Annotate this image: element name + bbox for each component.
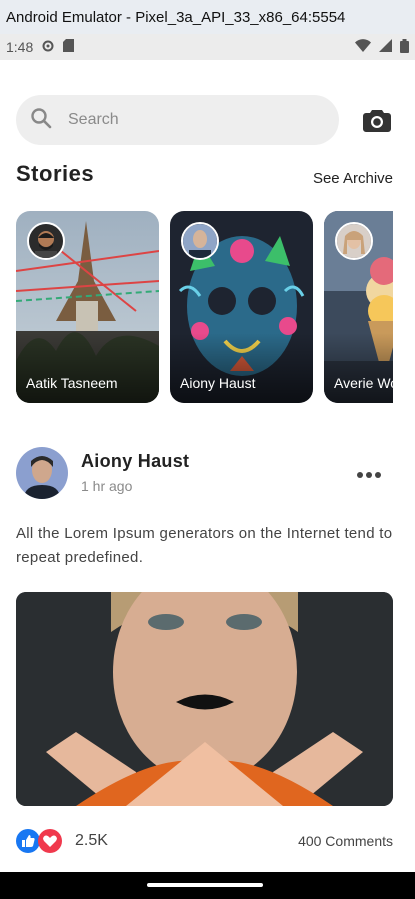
post-header: Aiony Haust 1 hr ago — [16, 447, 393, 499]
story-name: Averie Woodard — [334, 375, 393, 391]
more-options-icon[interactable] — [357, 467, 381, 478]
story-avatar — [181, 222, 219, 260]
story-avatar — [27, 222, 65, 260]
story-name: Aiony Haust — [180, 375, 256, 391]
author-avatar[interactable] — [16, 447, 68, 499]
story-card[interactable]: Aatik Tasneem — [16, 211, 159, 403]
window-title-bar: Android Emulator - Pixel_3a_API_33_x86_6… — [0, 0, 415, 34]
sd-card-icon — [63, 39, 75, 55]
search-bar[interactable]: Search — [16, 95, 339, 145]
author-name[interactable]: Aiony Haust — [81, 451, 189, 472]
battery-icon — [400, 38, 409, 56]
story-card[interactable]: Aiony Haust — [170, 211, 313, 403]
story-avatar — [335, 222, 373, 260]
story-card[interactable]: Averie Woodard — [324, 211, 393, 403]
app-screen: Search Stories See Archive Aatik Tasneem… — [0, 60, 415, 872]
like-icon — [16, 829, 40, 853]
post-time: 1 hr ago — [81, 478, 133, 494]
wifi-icon — [355, 39, 371, 55]
reactions-bar: 2.5K 400 Comments — [16, 828, 393, 854]
post-caption: All the Lorem Ipsum generators on the In… — [16, 525, 393, 566]
stories-carousel[interactable]: Aatik Tasneem Aiony Haust Averie W — [16, 211, 393, 404]
comments-count[interactable]: 400 Comments — [298, 833, 393, 849]
status-time: 1:48 — [6, 39, 34, 55]
love-icon — [38, 829, 62, 853]
stories-heading: Stories — [16, 161, 95, 186]
reaction-icons[interactable] — [16, 828, 66, 854]
story-name: Aatik Tasneem — [26, 375, 118, 391]
navigation-bar — [0, 872, 415, 899]
window-title: Android Emulator - Pixel_3a_API_33_x86_6… — [6, 8, 346, 26]
cell-signal-icon — [379, 39, 392, 55]
post-image[interactable] — [16, 592, 393, 806]
reaction-count[interactable]: 2.5K — [75, 832, 108, 850]
camera-icon[interactable] — [361, 104, 393, 136]
home-gesture-handle[interactable] — [147, 883, 263, 887]
search-icon — [30, 107, 52, 134]
search-placeholder[interactable]: Search — [68, 111, 119, 129]
settings-gear-icon — [41, 39, 55, 56]
status-bar: 1:48 — [0, 34, 415, 60]
see-archive-link[interactable]: See Archive — [313, 170, 393, 187]
